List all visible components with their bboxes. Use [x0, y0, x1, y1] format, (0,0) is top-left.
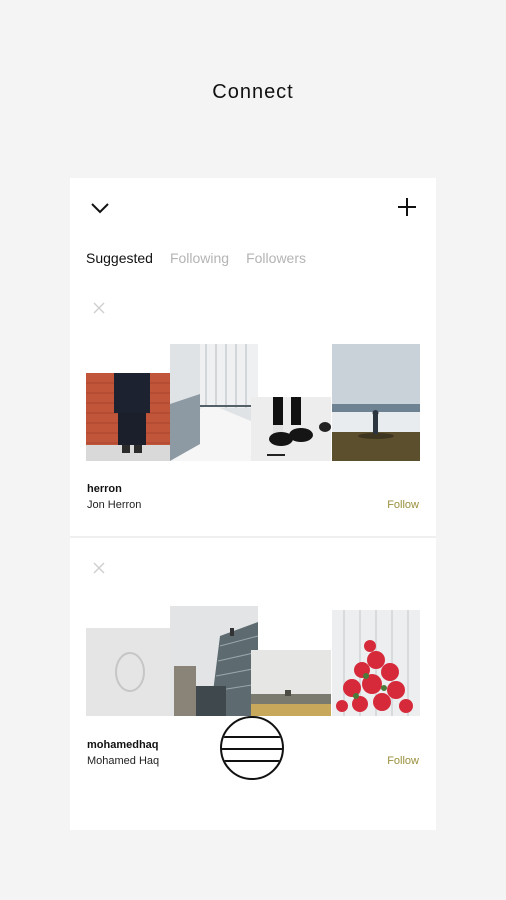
full-name: Mohamed Haq [87, 755, 160, 767]
suggested-user-card: herron Jon Herron Follow [70, 296, 436, 537]
close-icon[interactable] [93, 562, 105, 574]
full-name: Jon Herron [87, 499, 142, 511]
user-photo[interactable] [251, 650, 331, 716]
user-photo[interactable] [332, 610, 420, 716]
user-photo[interactable] [86, 628, 174, 716]
user-photo[interactable] [86, 373, 174, 461]
close-icon[interactable] [93, 302, 105, 314]
plus-icon[interactable] [396, 196, 418, 218]
user-photo[interactable] [170, 344, 258, 461]
username[interactable]: herron [87, 483, 122, 495]
page-title: Connect [212, 81, 294, 103]
chevron-down-icon[interactable] [89, 197, 111, 219]
tab-bar: Suggested Following Followers [86, 250, 323, 266]
user-photo[interactable] [251, 397, 331, 461]
user-photo[interactable] [170, 606, 258, 716]
follow-button[interactable]: Follow [387, 499, 419, 511]
menu-button[interactable] [220, 716, 284, 780]
tab-suggested[interactable]: Suggested [86, 250, 153, 266]
follow-button[interactable]: Follow [387, 755, 419, 767]
tab-followers[interactable]: Followers [246, 250, 306, 266]
username[interactable]: mohamedhaq [87, 739, 159, 751]
user-photo[interactable] [332, 344, 420, 461]
tab-following[interactable]: Following [170, 250, 229, 266]
